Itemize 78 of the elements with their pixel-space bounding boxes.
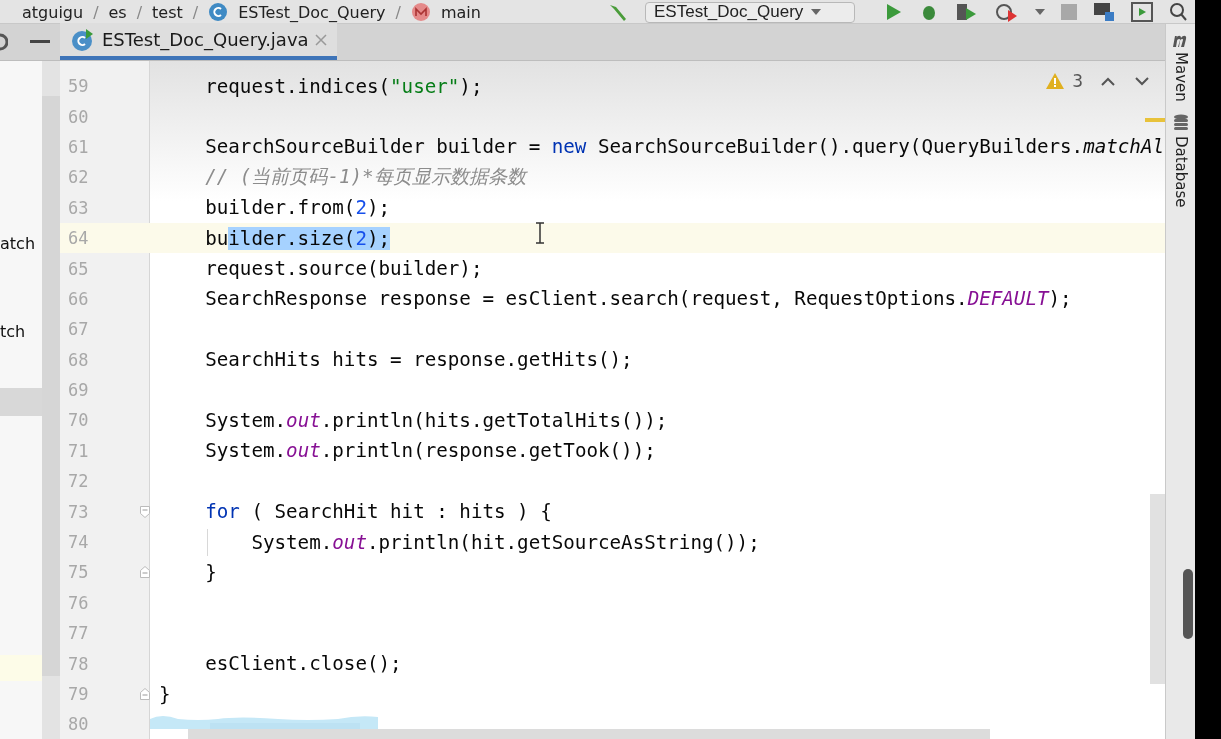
line-number: 64 [67,228,90,249]
breadcrumb-item[interactable]: ESTest_Doc_Query [238,2,386,22]
run-configuration-dropdown[interactable]: ESTest_Doc_Query [645,1,855,23]
line-number: 77 [67,623,90,644]
close-icon[interactable] [314,33,327,46]
fold-icon[interactable] [140,505,150,518]
breadcrumb-item[interactable]: atguigu [22,2,84,22]
scrollbar[interactable] [42,96,60,676]
code-line: // (当前页码-1)*每页显示数据条数 [204,165,526,189]
code-line: System.out.println(hits.getTotalHits()); [204,409,668,432]
class-icon [208,2,229,22]
code-line: builder.from(2); [204,196,391,220]
warning-count[interactable]: 3 [1072,71,1083,91]
line-number: 63 [67,197,90,218]
breadcrumb-separator: / [395,2,401,22]
text-cursor-icon [535,222,545,244]
layout-icon[interactable] [1093,2,1115,22]
scrollbar[interactable] [188,729,990,739]
line-number: 59 [67,76,90,97]
line-number: 74 [67,532,90,553]
line-number: 72 [67,471,90,492]
line-number: 80 [67,714,90,735]
minimize-icon[interactable] [30,39,50,44]
fold-icon[interactable] [140,566,150,579]
settings-icon[interactable] [0,32,8,51]
tree-item[interactable]: atch [0,234,35,253]
tool-window-button[interactable]: Database [1171,113,1190,208]
breadcrumb-separator: / [192,2,199,22]
window-icon[interactable] [1131,2,1153,22]
code-line: SearchSourceBuilder builder = new SearchSourceBuilder().query(QueryBuilders.matchAl [204,135,1165,159]
database-icon [1172,113,1189,132]
code-line: esClient.close(); [204,652,402,676]
chevron-up-icon[interactable] [1101,76,1115,86]
code-line: } [204,560,217,584]
line-number: 66 [67,288,90,309]
warning-icon[interactable] [1046,73,1065,89]
editor-tab[interactable]: ESTest_Doc_Query.java [60,23,337,60]
search-icon[interactable] [1169,2,1187,22]
row-highlight [0,655,42,681]
code-line: } [159,682,171,706]
line-number: 62 [67,167,90,188]
method-icon [410,2,431,22]
run-icon[interactable] [885,2,903,22]
scrollbar[interactable] [1150,494,1165,684]
code-line: System.out.println(response.getTook()); [204,439,656,463]
line-number: 76 [67,592,90,613]
code-line: System.out.println(hit.getSourceAsString()); [250,530,760,554]
line-number: 68 [67,349,90,370]
caret-icon[interactable] [1035,9,1045,15]
breadcrumb-separator: / [136,2,143,22]
fold-icon[interactable] [140,688,150,700]
line-number: 60 [67,106,90,127]
caret-icon [811,9,822,15]
chevron-down-icon[interactable] [1135,76,1149,86]
scrollbar[interactable] [1183,569,1193,639]
line-number: 70 [67,410,90,431]
code-line: SearchHits hits = response.getHits(); [204,348,633,372]
code-line: builder.size(2); [204,226,391,250]
line-number: 73 [67,501,90,522]
tree-item[interactable]: tch [0,322,26,341]
line-number: 78 [67,653,90,674]
code-line: for ( SearchHit hit : hits ) { [204,500,552,524]
line-number: 67 [67,319,90,340]
code-line: request.source(builder); [204,257,483,281]
code-line: SearchResponse response = esClient.search(request, RequestOptions.DEFAULT); [204,287,1072,311]
breadcrumb-item[interactable]: main [440,2,481,22]
profiler-icon[interactable] [995,2,1019,22]
line-number: 61 [67,136,90,157]
line-number: 79 [67,684,90,704]
code-line: request.indices("user"); [204,74,483,98]
line-number: 65 [67,258,90,279]
line-number: 75 [67,562,90,583]
line-number: 71 [67,440,90,461]
breadcrumb-item[interactable]: test [152,2,183,22]
line-number: 69 [67,380,90,401]
breadcrumb-separator: / [93,2,99,22]
tool-window-button[interactable]: Maven [1170,34,1191,102]
breadcrumb-item[interactable]: es [108,2,127,22]
